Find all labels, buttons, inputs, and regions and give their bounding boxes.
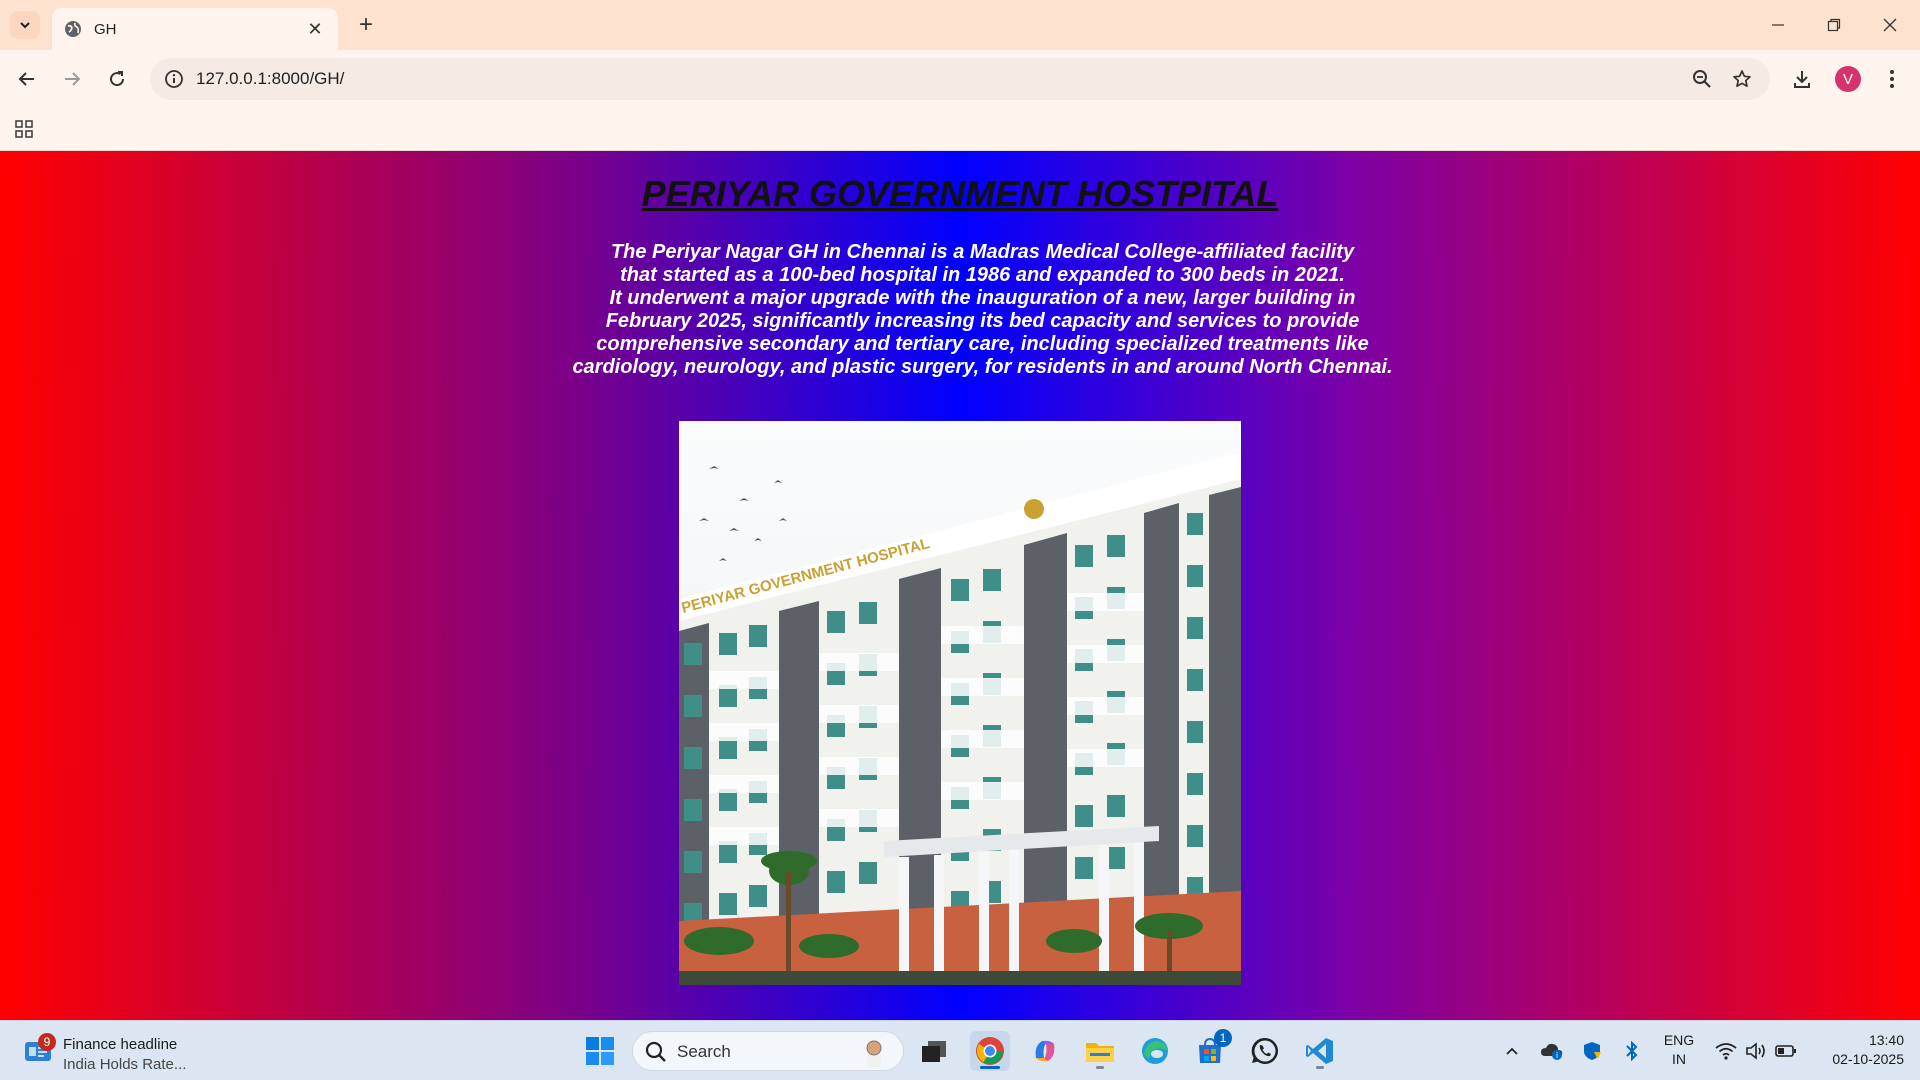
download-icon xyxy=(1794,71,1810,88)
browser-toolbar: 127.0.0.1:8000/GH/ V xyxy=(0,50,1920,108)
whatsapp-taskbar-button[interactable] xyxy=(1245,1031,1285,1071)
show-hidden-icons-button[interactable] xyxy=(1500,1039,1524,1063)
page-title: PERIYAR GOVERNMENT HOSTPITAL xyxy=(641,173,1279,214)
edge-taskbar-button[interactable] xyxy=(1135,1031,1175,1071)
close-icon xyxy=(1883,18,1897,32)
clock-time: 13:40 xyxy=(1868,1032,1904,1048)
arrow-left-icon xyxy=(18,72,34,86)
security-tray-icon[interactable] xyxy=(1580,1039,1604,1063)
address-url: 127.0.0.1:8000/GH/ xyxy=(196,69,345,88)
news-headline: Finance headline xyxy=(63,1036,178,1053)
profile-button[interactable]: V xyxy=(1832,63,1864,95)
site-info-icon[interactable] xyxy=(162,67,186,91)
description-line: comprehensive secondary and tertiary car… xyxy=(596,333,1369,355)
menu-button[interactable] xyxy=(1876,63,1908,95)
zoom-icon[interactable] xyxy=(1690,67,1714,91)
volume-tray-icon[interactable] xyxy=(1744,1039,1768,1063)
globe-icon xyxy=(65,21,81,37)
bookmark-star-icon[interactable] xyxy=(1730,67,1754,91)
language-indicator[interactable]: ENG IN xyxy=(1654,1031,1704,1069)
arrow-right-icon xyxy=(65,72,81,86)
onedrive-tray-icon[interactable]: i xyxy=(1540,1039,1564,1063)
svg-text:i: i xyxy=(1556,1051,1558,1060)
windows-taskbar: 9 Finance headline India Holds Rate... S… xyxy=(0,1020,1920,1080)
wifi-tray-icon[interactable] xyxy=(1714,1039,1738,1063)
bookmarks-bar xyxy=(0,108,1920,151)
restore-button[interactable] xyxy=(1806,0,1862,50)
running-app-indicator xyxy=(1096,1066,1104,1069)
copilot-taskbar-button[interactable] xyxy=(1025,1031,1065,1071)
minimize-icon xyxy=(1772,24,1784,26)
forward-button[interactable] xyxy=(56,63,88,95)
browser-tabstrip: GH ✕ + xyxy=(0,0,1920,50)
tab-title: GH xyxy=(94,20,117,38)
apps-grid-icon[interactable] xyxy=(12,117,36,141)
vscode-taskbar-button[interactable] xyxy=(1300,1031,1340,1071)
task-view-button[interactable] xyxy=(914,1031,954,1071)
avatar: V xyxy=(1835,66,1861,92)
start-button[interactable] xyxy=(580,1031,620,1071)
reload-icon xyxy=(110,71,125,87)
tab-close-icon[interactable]: ✕ xyxy=(304,18,326,40)
description-line: It underwent a major upgrade with the in… xyxy=(609,287,1356,309)
search-icon xyxy=(645,1041,666,1062)
address-bar[interactable]: 127.0.0.1:8000/GH/ xyxy=(150,58,1770,100)
description-line: that started as a 100-bed hospital in 19… xyxy=(620,264,1345,286)
minimize-button[interactable] xyxy=(1750,0,1806,50)
chevron-down-icon xyxy=(20,22,30,29)
close-window-button[interactable] xyxy=(1862,0,1918,50)
task-view-icon xyxy=(922,1041,946,1062)
windows-logo-icon xyxy=(586,1037,614,1065)
chrome-icon xyxy=(976,1037,1004,1065)
chrome-taskbar-button[interactable] xyxy=(970,1031,1010,1071)
taskbar-search[interactable]: Search xyxy=(632,1031,904,1071)
downloads-button[interactable] xyxy=(1786,63,1818,95)
battery-tray-icon[interactable] xyxy=(1774,1039,1798,1063)
page-viewport: PERIYAR GOVERNMENT HOSTPITAL The Periyar… xyxy=(0,151,1920,1020)
system-clock[interactable]: 13:40 02-10-2025 xyxy=(1804,1031,1904,1069)
restore-icon xyxy=(1827,18,1841,32)
edge-icon xyxy=(1142,1038,1168,1064)
store-taskbar-button[interactable]: 1 xyxy=(1190,1029,1232,1071)
reload-button[interactable] xyxy=(101,63,133,95)
description-line: cardiology, neurology, and plastic surge… xyxy=(572,356,1393,378)
running-app-indicator xyxy=(1316,1066,1324,1069)
language-code: ENG xyxy=(1663,1032,1695,1048)
description-line: February 2025, significantly increasing … xyxy=(605,310,1360,332)
news-subtitle: India Holds Rate... xyxy=(63,1056,187,1073)
more-vertical-icon xyxy=(1890,70,1894,88)
tab-search-button[interactable] xyxy=(10,11,40,39)
file-explorer-taskbar-button[interactable] xyxy=(1080,1031,1120,1071)
copilot-icon xyxy=(1035,1040,1055,1062)
new-tab-button[interactable]: + xyxy=(352,11,380,39)
chevron-up-icon xyxy=(1506,1047,1518,1055)
description-line: The Periyar Nagar GH in Chennai is a Mad… xyxy=(610,241,1355,263)
vscode-icon xyxy=(1306,1038,1333,1064)
news-badge: 9 xyxy=(38,1033,56,1051)
hospital-building-image: PERIYAR GOVERNMENT HOSPITAL xyxy=(679,421,1241,985)
news-widget[interactable]: 9 Finance headline India Holds Rate... xyxy=(20,1029,210,1073)
browser-tab[interactable]: GH ✕ xyxy=(52,8,338,50)
search-placeholder: Search xyxy=(677,1042,731,1061)
region-code: IN xyxy=(1672,1051,1686,1067)
search-highlight-icon xyxy=(866,1040,882,1067)
hospital-description: The Periyar Nagar GH in Chennai is a Mad… xyxy=(460,241,1505,379)
folder-icon xyxy=(1086,1043,1114,1062)
clock-date: 02-10-2025 xyxy=(1832,1051,1904,1067)
hospital-building-illustration: PERIYAR GOVERNMENT HOSPITAL xyxy=(679,421,1241,985)
back-button[interactable] xyxy=(11,63,43,95)
whatsapp-icon xyxy=(1251,1037,1279,1064)
bluetooth-tray-icon[interactable] xyxy=(1620,1039,1644,1063)
active-app-indicator xyxy=(980,1066,1000,1069)
store-badge: 1 xyxy=(1214,1029,1232,1047)
